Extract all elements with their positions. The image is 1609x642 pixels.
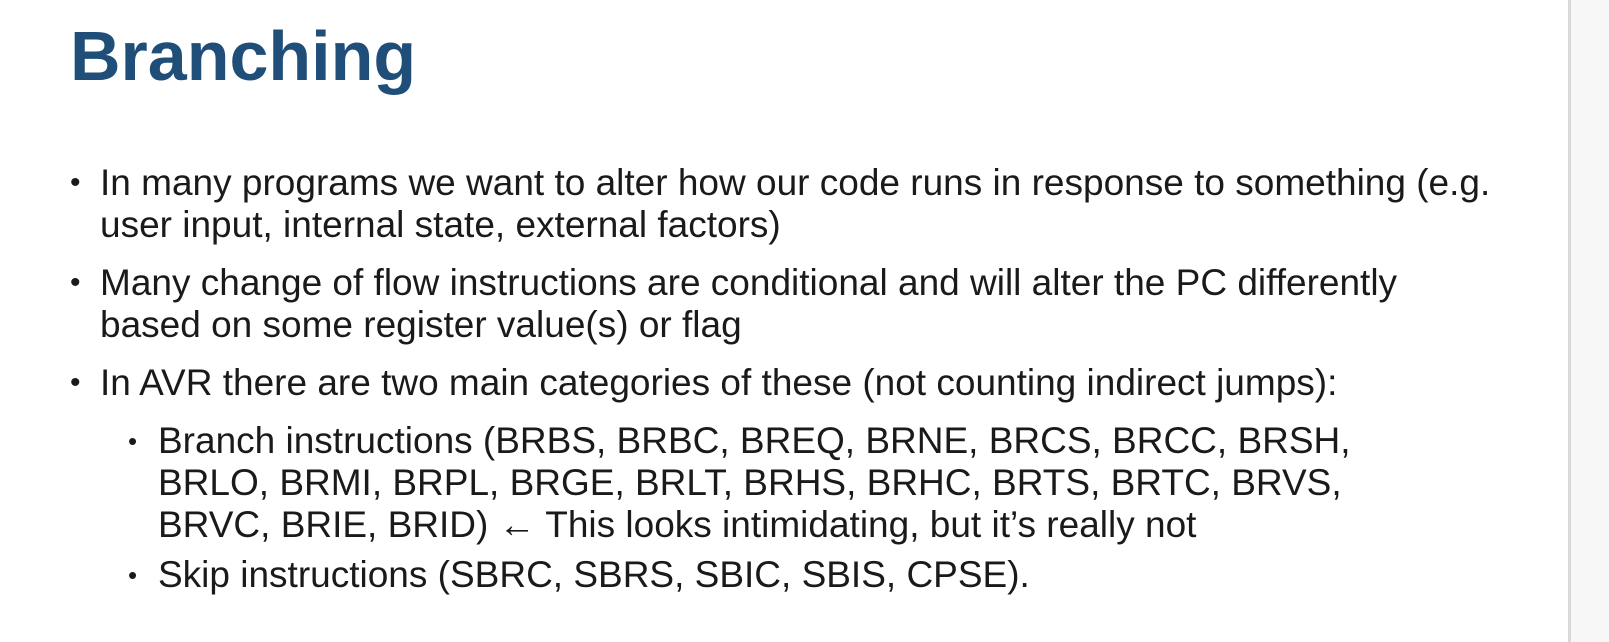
bullet-item: • In many programs we want to alter how … (0, 162, 1500, 246)
window-margin (1571, 0, 1609, 642)
sub-bullet-text: Branch instructions (BRBS, BRBC, BREQ, B… (158, 420, 1351, 545)
bullet-text: In many programs we want to alter how ou… (100, 162, 1491, 245)
bullet-list: • In many programs we want to alter how … (0, 162, 1568, 404)
bullet-item: • Many change of flow instructions are c… (0, 262, 1500, 346)
sub-bullet-icon: • (128, 426, 138, 456)
bullet-item: • In AVR there are two main categories o… (0, 362, 1500, 404)
sub-bullet-text: Skip instructions (SBRC, SBRS, SBIC, SBI… (158, 554, 1030, 595)
bullet-text: In AVR there are two main categories of … (100, 362, 1338, 403)
slide: Branching • In many programs we want to … (0, 0, 1568, 642)
sub-bullet-icon: • (128, 560, 138, 590)
bullet-icon: • (70, 366, 81, 399)
sub-bullet-item: • Skip instructions (SBRC, SBRS, SBIC, S… (0, 554, 1458, 596)
sub-bullet-list: • Branch instructions (BRBS, BRBC, BREQ,… (0, 420, 1568, 604)
sub-bullet-item: • Branch instructions (BRBS, BRBC, BREQ,… (0, 420, 1458, 546)
slide-title: Branching (70, 17, 417, 95)
bullet-icon: • (70, 266, 81, 299)
bullet-text: Many change of flow instructions are con… (100, 262, 1398, 345)
bullet-icon: • (70, 166, 81, 199)
